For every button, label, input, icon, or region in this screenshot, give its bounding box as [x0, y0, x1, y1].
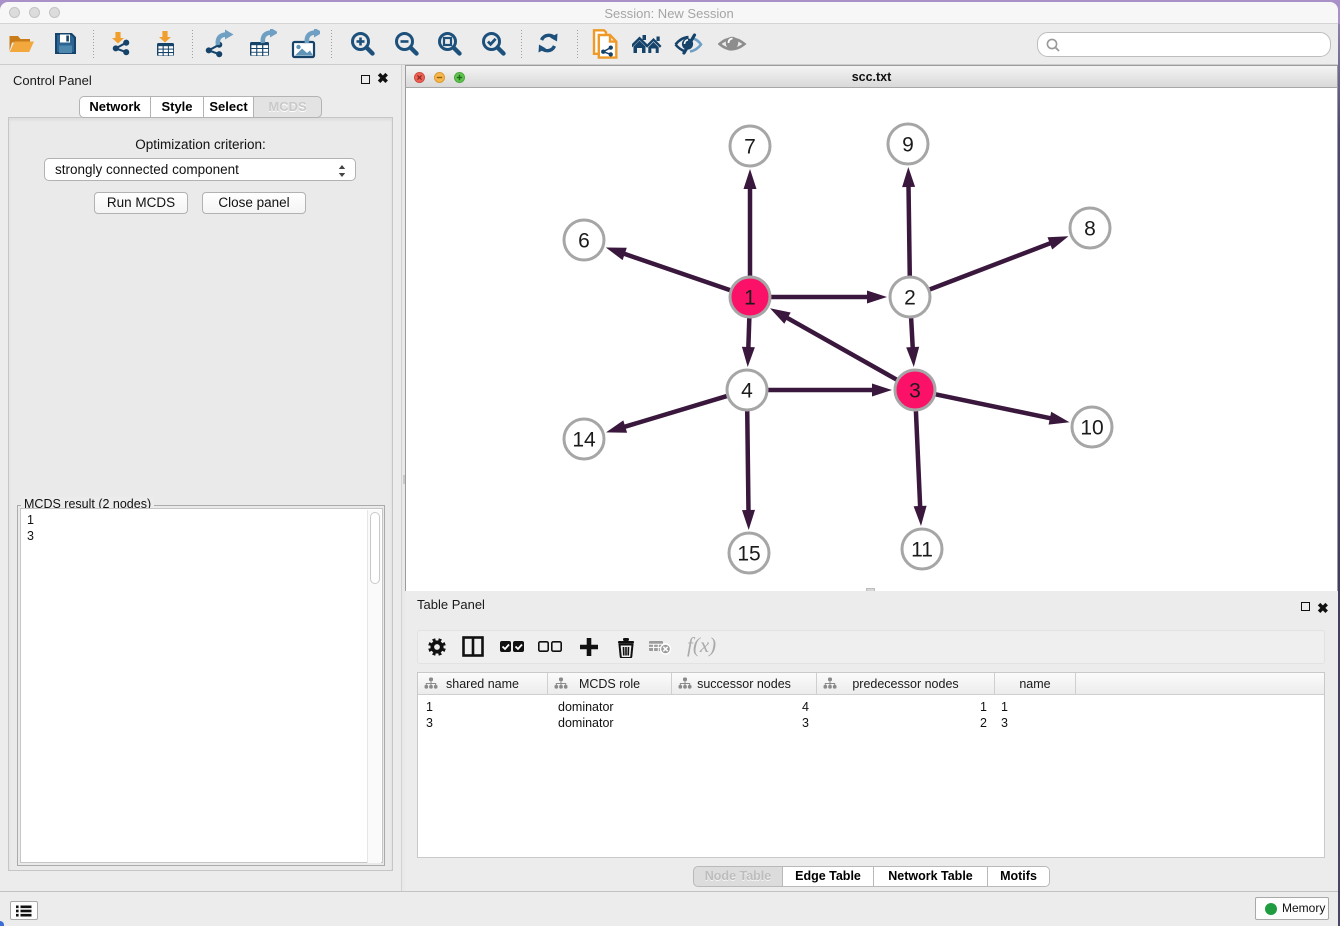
svg-text:8: 8 — [1084, 218, 1096, 241]
svg-text:7: 7 — [744, 136, 756, 159]
svg-text:15: 15 — [737, 543, 760, 566]
svg-text:10: 10 — [1080, 417, 1103, 440]
svg-text:2: 2 — [904, 287, 916, 310]
svg-text:9: 9 — [902, 134, 914, 157]
svg-text:4: 4 — [741, 380, 753, 403]
svg-text:3: 3 — [909, 380, 921, 403]
svg-text:6: 6 — [578, 230, 590, 253]
svg-text:1: 1 — [744, 287, 756, 310]
svg-text:14: 14 — [572, 429, 596, 452]
svg-text:11: 11 — [911, 539, 933, 562]
